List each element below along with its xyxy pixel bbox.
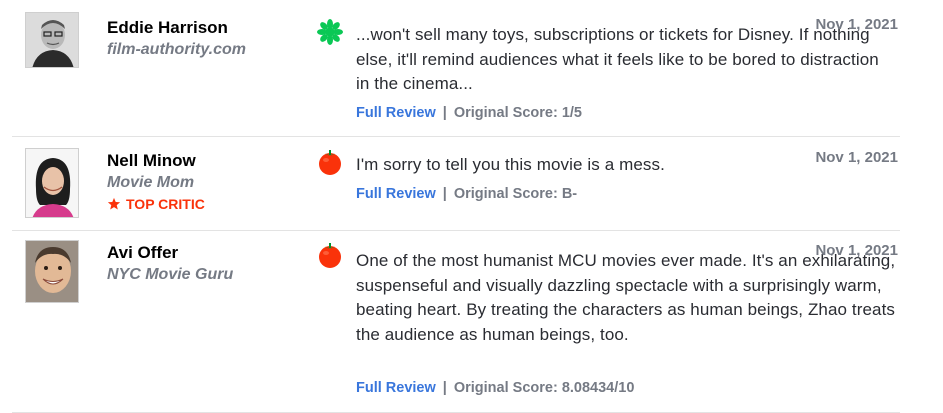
review-quote: ...won't sell many toys, subscriptions o…	[356, 25, 879, 93]
rotten-splat-icon	[317, 19, 343, 45]
critic-publication[interactable]: NYC Movie Guru	[107, 264, 233, 286]
critic-avatar[interactable]	[25, 12, 79, 68]
review-meta: Full Review | Original Score: 1/5	[356, 105, 582, 121]
top-critic-label: TOP CRITIC	[126, 196, 205, 212]
critic-name[interactable]: Eddie Harrison	[107, 17, 246, 39]
review-row: Eddie Harrison film-authority.com ...won…	[12, 0, 900, 137]
review-list: Eddie Harrison film-authority.com ...won…	[12, 0, 900, 413]
original-score: Original Score: 1/5	[453, 105, 582, 121]
critic-name[interactable]: Nell Minow	[107, 150, 205, 172]
full-review-link[interactable]: Full Review	[356, 380, 436, 396]
review-date: Nov 1, 2021	[815, 16, 898, 33]
meta-separator: |	[442, 186, 447, 202]
critic-avatar[interactable]	[25, 240, 79, 303]
review-date: Nov 1, 2021	[815, 149, 898, 166]
review-quote: One of the most humanist MCU movies ever…	[356, 251, 896, 344]
critic-info: Nell Minow Movie Mom TOP CRITIC	[107, 150, 205, 214]
avatar-photo	[26, 241, 78, 302]
avatar-photo	[26, 13, 78, 67]
star-icon	[107, 197, 121, 210]
review-row: Avi Offer NYC Movie Guru One of the most…	[12, 231, 900, 413]
critic-info: Avi Offer NYC Movie Guru	[107, 242, 233, 286]
critic-avatar[interactable]	[25, 148, 79, 218]
critic-publication[interactable]: film-authority.com	[107, 39, 246, 61]
top-critic-badge: TOP CRITIC	[107, 194, 205, 214]
meta-separator: |	[442, 380, 447, 396]
full-review-link[interactable]: Full Review	[356, 186, 436, 202]
original-score: Original Score: B-	[453, 186, 578, 202]
fresh-tomato-icon	[319, 150, 341, 175]
review-meta: Full Review | Original Score: B-	[356, 186, 577, 202]
review-date: Nov 1, 2021	[815, 242, 898, 259]
critic-publication[interactable]: Movie Mom	[107, 172, 205, 194]
avatar-photo	[26, 149, 78, 217]
meta-separator: |	[442, 105, 447, 121]
original-score: Original Score: 8.08434/10	[453, 380, 635, 396]
full-review-link[interactable]: Full Review	[356, 105, 436, 121]
review-row: Nell Minow Movie Mom TOP CRITIC I'm sorr…	[12, 137, 900, 231]
critic-info: Eddie Harrison film-authority.com	[107, 17, 246, 61]
review-meta: Full Review | Original Score: 8.08434/10	[356, 380, 634, 396]
fresh-tomato-icon	[319, 243, 341, 268]
critic-name[interactable]: Avi Offer	[107, 242, 233, 264]
